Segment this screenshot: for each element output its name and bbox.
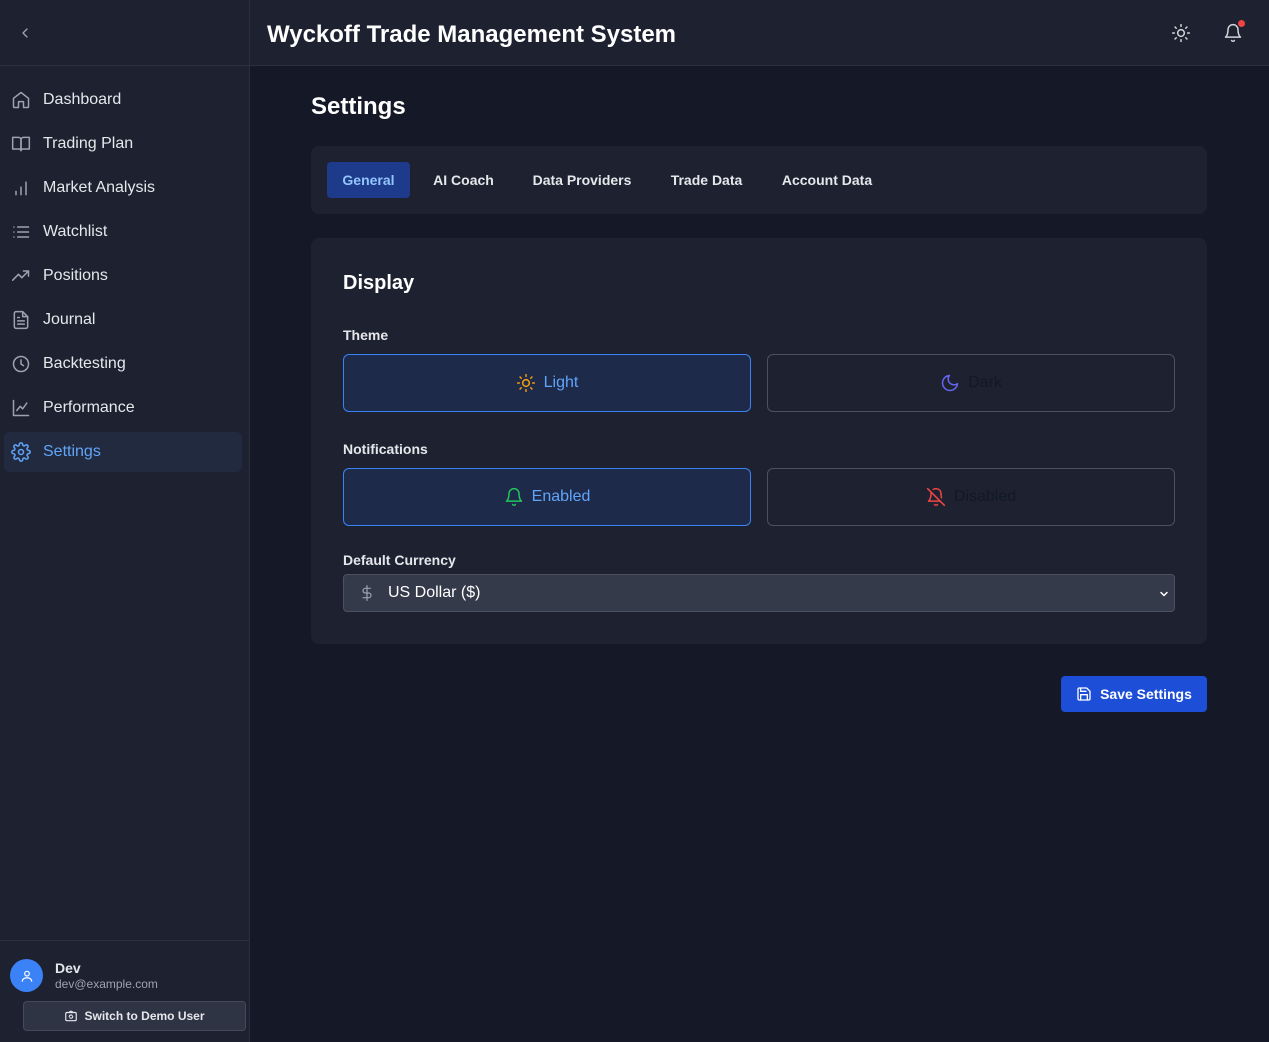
tab-trade-data[interactable]: Trade Data bbox=[655, 162, 758, 198]
sidebar-item-performance[interactable]: Performance bbox=[4, 388, 242, 428]
file-text-icon bbox=[11, 310, 31, 330]
notifications-button[interactable] bbox=[1221, 20, 1245, 45]
notifications-enabled-label: Enabled bbox=[531, 488, 591, 505]
notifications-disabled-label: Disabled bbox=[953, 488, 1017, 505]
sidebar-item-label: Settings bbox=[43, 443, 101, 460]
sidebar-item-dashboard[interactable]: Dashboard bbox=[4, 80, 242, 120]
book-open-icon bbox=[11, 134, 31, 154]
notifications-label: Notifications bbox=[343, 441, 428, 457]
dollar-icon bbox=[358, 584, 376, 602]
user-name: Dev bbox=[55, 960, 81, 976]
clock-icon bbox=[11, 354, 31, 374]
theme-light-option[interactable]: Light bbox=[343, 354, 751, 412]
theme-dark-option[interactable]: Dark bbox=[767, 354, 1175, 412]
sidebar-item-watchlist[interactable]: Watchlist bbox=[4, 212, 242, 252]
currency-value: US Dollar ($) bbox=[388, 584, 481, 601]
display-settings-card: Display Theme Light Dark Notifications E… bbox=[311, 238, 1207, 644]
user-icon bbox=[21, 970, 32, 982]
chevron-down-icon bbox=[1158, 587, 1170, 605]
sidebar-item-label: Trading Plan bbox=[43, 135, 134, 152]
section-title: Display bbox=[343, 272, 415, 294]
line-chart-icon bbox=[11, 398, 31, 418]
currency-select[interactable]: US Dollar ($) bbox=[343, 574, 1175, 612]
tab-data-providers[interactable]: Data Providers bbox=[517, 162, 647, 198]
sidebar-item-label: Dashboard bbox=[43, 91, 122, 108]
sidebar-item-label: Watchlist bbox=[43, 223, 108, 240]
theme-toggle-button[interactable] bbox=[1169, 21, 1193, 45]
currency-label: Default Currency bbox=[343, 552, 456, 568]
avatar[interactable] bbox=[10, 959, 43, 992]
sun-icon bbox=[516, 373, 535, 393]
sidebar-item-label: Positions bbox=[43, 267, 108, 284]
theme-label: Theme bbox=[343, 327, 389, 343]
sidebar-item-market-analysis[interactable]: Market Analysis bbox=[4, 168, 242, 208]
theme-light-label: Light bbox=[543, 374, 579, 391]
user-panel: Dev dev@example.com Switch to Demo User bbox=[0, 940, 249, 1042]
sidebar: Dashboard Trading Plan Market Analysis W… bbox=[0, 0, 250, 1042]
home-icon bbox=[11, 90, 31, 110]
switch-camera-icon bbox=[65, 1010, 78, 1022]
notification-badge bbox=[1238, 20, 1245, 27]
page-title: Settings bbox=[311, 93, 406, 120]
app-title: Wyckoff Trade Management System bbox=[267, 21, 677, 48]
notifications-enabled-option[interactable]: Enabled bbox=[343, 468, 751, 526]
notifications-disabled-option[interactable]: Disabled bbox=[767, 468, 1175, 526]
save-settings-label: Save Settings bbox=[1100, 686, 1192, 702]
sidebar-nav: Dashboard Trading Plan Market Analysis W… bbox=[0, 66, 249, 472]
collapse-sidebar-button[interactable] bbox=[14, 22, 36, 44]
switch-demo-user-label: Switch to Demo User bbox=[84, 1009, 205, 1023]
sun-icon bbox=[1171, 23, 1191, 43]
save-icon bbox=[1077, 687, 1091, 701]
list-icon bbox=[11, 222, 31, 242]
switch-demo-user-button[interactable]: Switch to Demo User bbox=[23, 1001, 246, 1031]
trending-up-icon bbox=[11, 266, 31, 286]
sidebar-item-backtesting[interactable]: Backtesting bbox=[4, 344, 242, 384]
sidebar-header bbox=[0, 0, 249, 66]
tab-account-data[interactable]: Account Data bbox=[766, 162, 888, 198]
chevron-left-icon bbox=[22, 28, 28, 38]
sidebar-item-trading-plan[interactable]: Trading Plan bbox=[4, 124, 242, 164]
sidebar-item-settings[interactable]: Settings bbox=[4, 432, 242, 472]
gear-icon bbox=[11, 442, 31, 462]
bell-off-icon bbox=[926, 487, 945, 507]
top-header: Wyckoff Trade Management System bbox=[250, 0, 1269, 66]
bar-chart-icon bbox=[11, 178, 31, 198]
sidebar-item-label: Market Analysis bbox=[43, 179, 156, 196]
save-settings-button[interactable]: Save Settings bbox=[1061, 676, 1207, 712]
user-email: dev@example.com bbox=[55, 977, 158, 991]
sidebar-item-label: Journal bbox=[43, 311, 96, 328]
bell-icon bbox=[505, 487, 522, 507]
sidebar-item-journal[interactable]: Journal bbox=[4, 300, 242, 340]
moon-icon bbox=[941, 374, 959, 392]
sidebar-item-label: Performance bbox=[43, 399, 135, 416]
sidebar-item-label: Backtesting bbox=[43, 355, 126, 372]
theme-dark-label: Dark bbox=[968, 374, 1002, 391]
settings-tabs: General AI Coach Data Providers Trade Da… bbox=[311, 146, 1207, 214]
tab-ai-coach[interactable]: AI Coach bbox=[418, 162, 509, 198]
tab-general[interactable]: General bbox=[327, 162, 410, 198]
sidebar-item-positions[interactable]: Positions bbox=[4, 256, 242, 296]
